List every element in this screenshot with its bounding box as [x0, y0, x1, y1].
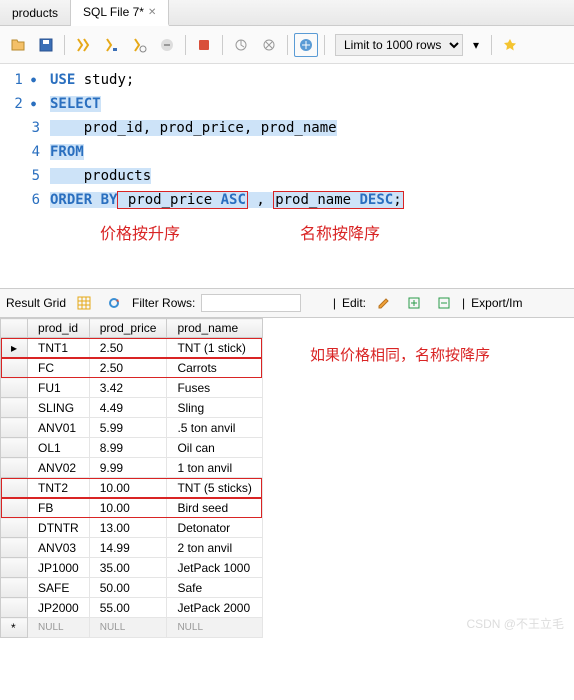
annotation-asc: 价格按升序 [100, 220, 180, 244]
limit-rows-select[interactable]: Limit to 1000 rows [335, 34, 463, 56]
table-row[interactable]: ANV029.991 ton anvil [1, 458, 263, 478]
tab-label: SQL File 7* [83, 5, 144, 19]
add-row-icon[interactable] [402, 291, 426, 315]
tab-bar: products SQL File 7* ✕ [0, 0, 574, 26]
result-grid-label: Result Grid [6, 296, 66, 310]
table-row[interactable]: ANV015.99.5 ton anvil [1, 418, 263, 438]
separator [64, 35, 65, 55]
table-row[interactable]: TNT210.00TNT (5 sticks) [1, 478, 263, 498]
tab-label: products [12, 6, 58, 20]
table-row[interactable]: FB10.00Bird seed [1, 498, 263, 518]
table-row[interactable]: FC2.50Carrots [1, 358, 263, 378]
edit-icon[interactable] [372, 291, 396, 315]
row-marker: ▸ [1, 338, 28, 358]
code-area[interactable]: USE study; SELECT prod_id, prod_price, p… [50, 68, 574, 212]
code-text: products [50, 168, 151, 184]
col-prod-price[interactable]: prod_price [89, 319, 167, 338]
close-icon[interactable]: ✕ [148, 7, 156, 18]
execute-button[interactable] [71, 33, 95, 57]
table-row-null[interactable]: *NULLNULLNULL [1, 618, 263, 638]
keyword-from: FROM [50, 144, 84, 160]
stop-button[interactable] [155, 33, 179, 57]
favorite-button[interactable] [498, 33, 522, 57]
edit-label: Edit: [342, 296, 366, 310]
result-toolbar: Result Grid Filter Rows: | Edit: | Expor… [0, 288, 574, 318]
highlight-asc: prod_price ASC [117, 191, 247, 209]
refresh-icon[interactable] [102, 291, 126, 315]
table-row[interactable]: SLING4.49Sling [1, 398, 263, 418]
line-gutter: 1 ● 2 ● 3 4 5 6 [0, 68, 50, 212]
keyword-select: SELECT [50, 96, 101, 112]
col-prod-name[interactable]: prod_name [167, 319, 262, 338]
separator [222, 35, 223, 55]
header-row: prod_id prod_price prod_name [1, 319, 263, 338]
new-row-marker: * [1, 618, 28, 638]
autocommit-button[interactable] [294, 33, 318, 57]
filter-input[interactable] [201, 294, 301, 312]
table-row[interactable]: OL18.99Oil can [1, 438, 263, 458]
corner-cell [1, 319, 28, 338]
watermark: CSDN @不王立毛 [466, 615, 564, 632]
result-grid-wrap: 如果价格相同，名称按降序 prod_id prod_price prod_nam… [0, 318, 574, 638]
sql-editor[interactable]: 1 ● 2 ● 3 4 5 6 USE study; SELECT prod_i… [0, 64, 574, 216]
filter-label: Filter Rows: [132, 296, 195, 310]
separator [185, 35, 186, 55]
grid-view-icon[interactable] [72, 291, 96, 315]
separator [324, 35, 325, 55]
tab-sqlfile7[interactable]: SQL File 7* ✕ [71, 0, 169, 26]
code-text: study; [75, 72, 134, 88]
col-prod-id[interactable]: prod_id [28, 319, 90, 338]
keyword-orderby: ORDER BY [50, 192, 117, 208]
dropdown-icon: ▾ [473, 38, 479, 52]
table-row[interactable]: DTNTR13.00Detonator [1, 518, 263, 538]
table-row[interactable]: SAFE50.00Safe [1, 578, 263, 598]
separator: | [462, 296, 465, 310]
editor-toolbar: Limit to 1000 rows ▾ [0, 26, 574, 64]
table-row[interactable]: JP200055.00JetPack 2000 [1, 598, 263, 618]
annotation-row: 价格按升序 名称按降序 [0, 216, 574, 258]
delete-row-icon[interactable] [432, 291, 456, 315]
highlight-desc: prod_name DESC; [273, 191, 403, 209]
annotation-same-price: 如果价格相同，名称按降序 [310, 344, 490, 365]
execute-current-button[interactable] [99, 33, 123, 57]
annotation-desc: 名称按降序 [300, 220, 380, 244]
table-row[interactable]: ANV0314.992 ton anvil [1, 538, 263, 558]
tab-products[interactable]: products [0, 0, 71, 25]
separator [287, 35, 288, 55]
rollback-button[interactable] [257, 33, 281, 57]
table-row[interactable]: FU13.42Fuses [1, 378, 263, 398]
result-grid[interactable]: prod_id prod_price prod_name ▸TNT12.50TN… [0, 318, 263, 638]
save-button[interactable] [34, 33, 58, 57]
keyword-use: USE [50, 72, 75, 88]
table-row[interactable]: ▸TNT12.50TNT (1 stick) [1, 338, 263, 358]
code-text: prod_id, prod_price, prod_name [50, 120, 337, 136]
separator [491, 35, 492, 55]
explain-button[interactable] [127, 33, 151, 57]
cancel-button[interactable] [192, 33, 216, 57]
table-row[interactable]: JP100035.00JetPack 1000 [1, 558, 263, 578]
commit-button[interactable] [229, 33, 253, 57]
open-file-button[interactable] [6, 33, 30, 57]
export-label: Export/Im [471, 296, 522, 310]
separator: | [333, 296, 336, 310]
